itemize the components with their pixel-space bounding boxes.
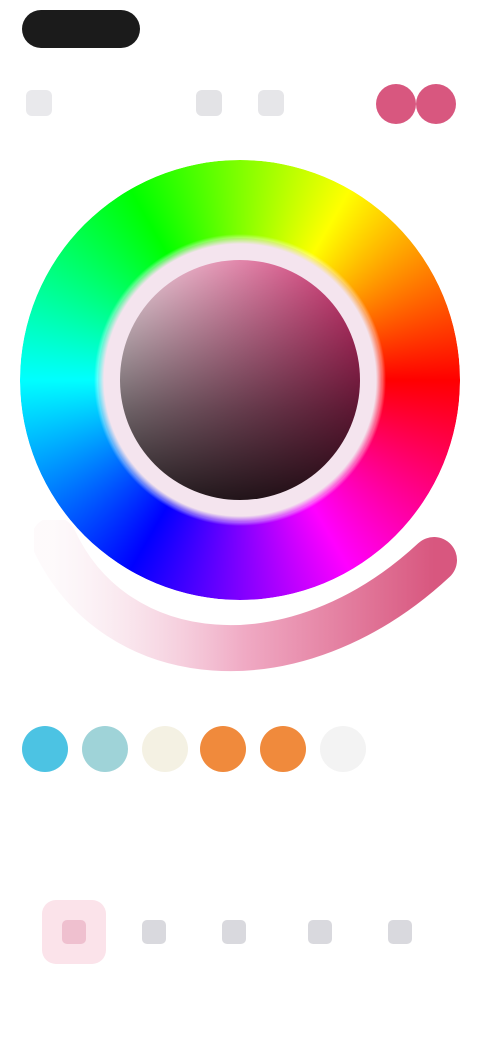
recent-swatches [0,720,480,780]
chevron-left-icon[interactable] [26,90,52,116]
recent-swatch[interactable] [320,726,366,772]
recent-swatch[interactable] [200,726,246,772]
saturation-brightness-disc[interactable] [120,260,360,500]
bottom-tab-bar [0,890,480,980]
opacity-arc-slider[interactable] [34,520,458,680]
opacity-arc[interactable] [34,520,457,671]
recent-swatch[interactable] [142,726,188,772]
sliders-icon [222,920,246,944]
recent-swatch[interactable] [82,726,128,772]
tab-eyedropper[interactable] [368,900,432,964]
tab-grid[interactable] [122,900,186,964]
redo-icon[interactable] [258,90,284,116]
undo-icon[interactable] [196,90,222,116]
tab-palette[interactable] [288,900,352,964]
recent-swatch[interactable] [22,726,68,772]
dynamic-island [22,10,140,48]
previous-color-swatch [416,84,456,124]
eyedropper-icon [388,920,412,944]
current-color-preview[interactable] [372,82,468,126]
tab-wheel[interactable] [42,900,106,964]
toolbar [0,78,480,128]
palette-icon [308,920,332,944]
recent-swatch[interactable] [260,726,306,772]
tab-sliders[interactable] [202,900,266,964]
wheel-icon [62,920,86,944]
grid-icon [142,920,166,944]
current-color-swatch [376,84,416,124]
